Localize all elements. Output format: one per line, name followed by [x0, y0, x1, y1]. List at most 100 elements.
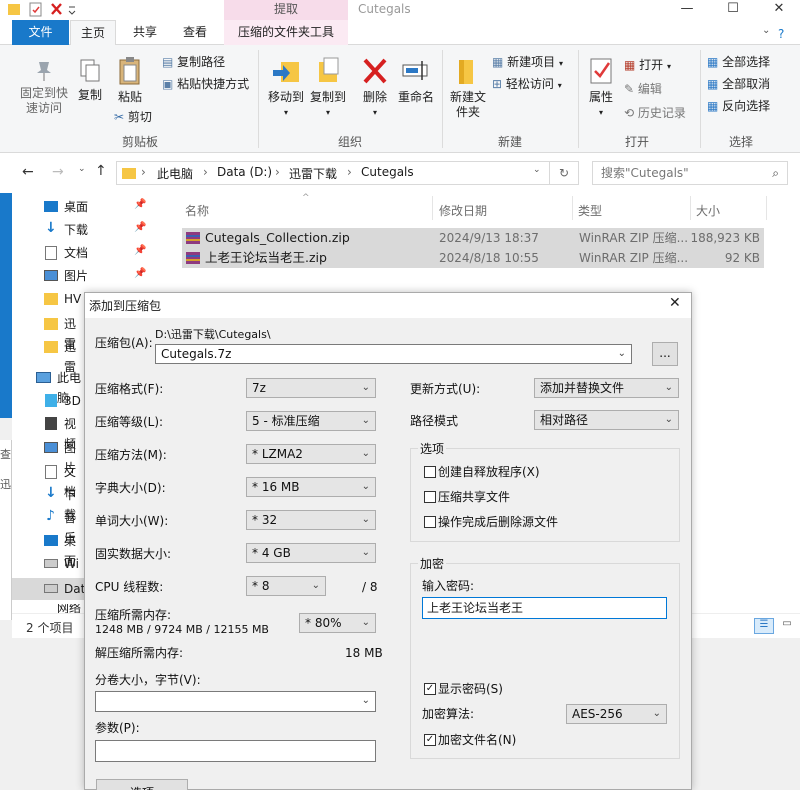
options-button[interactable]: 选项 — [96, 779, 188, 790]
paste-button[interactable]: 粘贴 — [112, 56, 148, 105]
file-row[interactable]: 上老王论坛当老王.zip 2024/8/18 10:55 WinRAR ZIP … — [182, 248, 764, 268]
close-button[interactable]: ✕ — [756, 0, 800, 20]
nav-item-documents-pc[interactable]: 文档 — [44, 462, 84, 499]
new-folder-button[interactable]: 新建文件夹 — [448, 56, 488, 120]
maximize-button[interactable]: ☐ — [710, 0, 756, 20]
chevron-down-icon: ⌄ — [361, 448, 370, 459]
column-type[interactable]: 类型 — [578, 202, 602, 219]
tab-view[interactable]: 查看 — [172, 20, 218, 45]
nav-item-music[interactable]: ♪ 音乐 — [44, 508, 84, 545]
nav-item-xunlei-1[interactable]: 迅雷 — [44, 314, 84, 351]
breadcrumb-this-pc[interactable]: 此电脑 — [157, 165, 193, 182]
search-input[interactable]: 搜索"Cutegals" ⌕ — [592, 161, 788, 185]
nav-item-data-drive[interactable]: Dat — [12, 578, 85, 600]
paste-shortcut-button[interactable]: ▣ 粘贴快捷方式 — [162, 77, 249, 92]
details-view-icon[interactable]: ☰ — [754, 618, 774, 634]
nav-item-desktop[interactable]: 桌面 📌 — [44, 197, 146, 217]
breadcrumb-folder[interactable]: 迅雷下载 — [289, 165, 337, 182]
back-arrow-icon[interactable]: ← — [22, 164, 34, 180]
file-type: WinRAR ZIP 压缩... — [579, 251, 689, 265]
method-select[interactable]: * LZMA2 ⌄ — [246, 444, 376, 464]
search-icon: ⌕ — [772, 166, 779, 180]
nav-item-this-pc[interactable]: 此电脑 — [36, 368, 84, 405]
properties-button[interactable]: 属性 ▾ — [584, 56, 618, 120]
copy-to-button[interactable]: 复制到 ▾ — [308, 56, 348, 120]
nav-item-downloads[interactable]: ↓ 下载 📌 — [44, 220, 146, 240]
dialog-close-button[interactable]: ✕ — [669, 295, 681, 311]
encrypt-names-checkbox[interactable]: ✓ — [424, 734, 436, 746]
format-select[interactable]: 7z ⌄ — [246, 378, 376, 398]
threads-select[interactable]: * 8 ⌄ — [246, 576, 326, 596]
parameters-input[interactable] — [95, 740, 376, 762]
new-item-button[interactable]: ▦ 新建项目 ▾ — [492, 55, 563, 71]
open-button[interactable]: ▦ 打开 ▾ — [624, 58, 671, 74]
new-folder-icon — [459, 60, 473, 84]
help-icon[interactable]: ? — [778, 27, 784, 41]
chevron-down-icon: ⌄ — [664, 414, 673, 425]
nav-item-documents[interactable]: 文档 📌 — [44, 243, 146, 263]
tab-compressed-folder-tools[interactable]: 压缩的文件夹工具 — [224, 20, 348, 45]
show-password-checkbox[interactable]: ✓ — [424, 683, 436, 695]
nav-item-pictures-pc[interactable]: 图片 — [44, 438, 84, 475]
shared-files-checkbox[interactable] — [424, 491, 436, 503]
split-size-combo[interactable]: ⌄ — [95, 691, 376, 712]
file-name: 上老王论坛当老王.zip — [205, 250, 327, 265]
forward-arrow-icon[interactable]: → — [52, 164, 64, 180]
tab-home[interactable]: 主页 — [70, 20, 116, 45]
delete-button[interactable]: 删除 ▾ — [358, 56, 392, 120]
nav-item-xunlei-2[interactable]: 迅雷 — [44, 337, 84, 374]
recent-locations-chevron-icon[interactable]: ⌄ — [78, 164, 86, 174]
breadcrumb-current[interactable]: Cutegals — [361, 165, 414, 179]
level-select[interactable]: 5 - 标准压缩 ⌄ — [246, 411, 376, 431]
update-mode-select[interactable]: 添加并替换文件 ⌄ — [534, 378, 679, 398]
up-arrow-icon[interactable]: ↑ — [95, 163, 107, 179]
encryption-method-select[interactable]: AES-256 ⌄ — [566, 704, 667, 724]
nav-item-videos[interactable]: 视频 — [44, 414, 84, 451]
history-button[interactable]: ⟲ 历史记录 — [624, 106, 686, 121]
solid-select[interactable]: * 4 GB ⌄ — [246, 543, 376, 563]
breadcrumb-drive[interactable]: Data (D:) — [217, 165, 272, 179]
window-title: Cutegals — [358, 2, 411, 16]
edit-button[interactable]: ✎ 编辑 — [624, 82, 662, 97]
rename-button[interactable]: 重命名 — [396, 56, 436, 105]
minimize-button[interactable]: — — [664, 0, 710, 20]
chevron-down-icon[interactable]: ⌄ — [762, 25, 770, 36]
column-name[interactable]: 名称 — [185, 202, 209, 219]
tab-file[interactable]: 文件 — [12, 20, 69, 45]
select-all-button[interactable]: ▦ 全部选择 — [707, 55, 770, 70]
move-to-button[interactable]: 移动到 ▾ — [266, 56, 306, 120]
nav-item-desktop-pc[interactable]: 桌面 — [44, 531, 84, 568]
browse-button[interactable]: ... — [652, 342, 678, 366]
column-size[interactable]: 大小 — [696, 202, 720, 219]
select-none-button[interactable]: ▦ 全部取消 — [707, 77, 770, 92]
nav-item-hv[interactable]: HV — [44, 289, 84, 309]
file-row[interactable]: Cutegals_Collection.zip 2024/9/13 18:37 … — [182, 228, 764, 248]
sfx-checkbox[interactable] — [424, 466, 436, 478]
password-input[interactable]: 上老王论坛当老王 — [422, 597, 667, 619]
edit-label: 编辑 — [637, 82, 662, 96]
address-bar[interactable]: › 此电脑 › Data (D:) › 迅雷下载 › Cutegals ⌄ — [116, 161, 550, 185]
large-icons-view-icon[interactable]: ▭ — [778, 618, 796, 634]
sort-ascending-icon: ^ — [302, 193, 310, 203]
tab-share[interactable]: 共享 — [122, 20, 168, 45]
column-date[interactable]: 修改日期 — [439, 202, 487, 219]
copy-button[interactable]: 复制 — [74, 58, 106, 103]
pin-quick-access-button[interactable]: 固定到快速访问 — [18, 58, 70, 116]
delete-after-checkbox[interactable] — [424, 516, 436, 528]
nav-item-pictures[interactable]: 图片 📌 — [44, 266, 146, 286]
sfx-label: 创建自释放程序(X) — [438, 465, 540, 479]
refresh-icon[interactable]: ↻ — [550, 161, 579, 185]
copy-path-button[interactable]: ▤ 复制路径 — [162, 55, 225, 70]
archive-name-combo[interactable]: Cutegals.7z ⌄ — [155, 344, 632, 364]
easy-access-button[interactable]: ⊞ 轻松访问 ▾ — [492, 77, 562, 93]
dict-select[interactable]: * 16 MB ⌄ — [246, 477, 376, 497]
nav-item-downloads-pc[interactable]: ↓ 下载 — [44, 485, 84, 522]
word-select[interactable]: * 32 ⌄ — [246, 510, 376, 530]
path-mode-select[interactable]: 相对路径 ⌄ — [534, 410, 679, 430]
invert-selection-button[interactable]: ▦ 反向选择 — [707, 99, 770, 114]
cut-button[interactable]: ✂ 剪切 — [114, 110, 152, 125]
nav-item-windows-drive[interactable]: Wi — [44, 554, 84, 574]
memory-percent-select[interactable]: * 80% ⌄ — [299, 613, 376, 633]
address-dropdown-icon[interactable]: ⌄ — [533, 165, 541, 175]
nav-item-3d[interactable]: 3D — [44, 391, 84, 411]
